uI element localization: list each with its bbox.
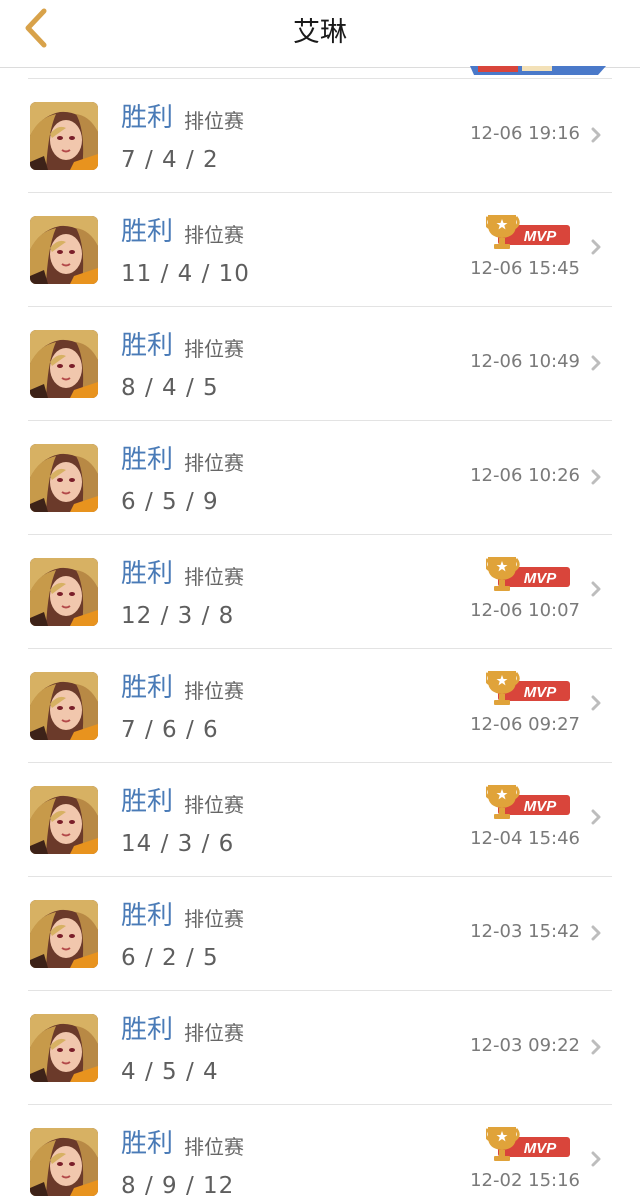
- hero-avatar: [30, 900, 98, 968]
- hero-avatar: [30, 672, 98, 740]
- partial-mvp-banner: [470, 66, 606, 75]
- kda-text: 14 / 3 / 6: [121, 831, 235, 857]
- match-list: 胜利 排位赛 7 / 4 / 2 12-06 19:16 胜利 排位赛 11 /…: [0, 79, 640, 1196]
- result-label: 胜利: [121, 559, 174, 589]
- mode-label: 排位赛: [184, 451, 244, 475]
- match-row[interactable]: 胜利 排位赛 6 / 5 / 9 12-06 10:26: [28, 421, 612, 535]
- partial-previous-row: [0, 66, 640, 79]
- chevron-right-icon: [591, 355, 601, 371]
- hero-avatar: [30, 216, 98, 284]
- result-label: 胜利: [121, 217, 174, 247]
- kda-text: 4 / 5 / 4: [121, 1059, 219, 1085]
- chevron-right-icon: [591, 1151, 601, 1167]
- result-label: 胜利: [121, 445, 174, 475]
- match-row[interactable]: 胜利 排位赛 12 / 3 / 8 12-06 10:07 MVP: [28, 535, 612, 649]
- chevron-right-icon: [591, 695, 601, 711]
- match-time: 12-03 09:22: [470, 1035, 580, 1056]
- match-time: 12-06 10:49: [470, 351, 580, 372]
- kda-text: 6 / 5 / 9: [121, 489, 219, 515]
- match-row[interactable]: 胜利 排位赛 6 / 2 / 5 12-03 15:42: [28, 877, 612, 991]
- match-row[interactable]: 胜利 排位赛 7 / 6 / 6 12-06 09:27 MVP: [28, 649, 612, 763]
- kda-text: 11 / 4 / 10: [121, 261, 250, 287]
- mode-label: 排位赛: [184, 565, 244, 589]
- mvp-trophy-icon: MVP: [486, 1127, 570, 1161]
- match-time: 12-06 19:16: [470, 123, 580, 144]
- mvp-label: MVP: [524, 684, 558, 701]
- mode-label: 排位赛: [184, 1135, 244, 1159]
- result-label: 胜利: [121, 787, 174, 817]
- mode-label: 排位赛: [184, 793, 244, 817]
- hero-avatar: [30, 558, 98, 626]
- match-row[interactable]: 胜利 排位赛 7 / 4 / 2 12-06 19:16: [28, 79, 612, 193]
- match-row[interactable]: 胜利 排位赛 11 / 4 / 10 12-06 15:45 MVP: [28, 193, 612, 307]
- match-time: 12-04 15:46: [470, 828, 580, 849]
- mvp-trophy-icon: MVP: [486, 671, 570, 705]
- mvp-trophy-icon: MVP: [486, 215, 570, 249]
- chevron-right-icon: [591, 925, 601, 941]
- mode-label: 排位赛: [184, 337, 244, 361]
- hero-avatar: [30, 102, 98, 170]
- hero-avatar: [30, 444, 98, 512]
- result-label: 胜利: [121, 901, 174, 931]
- page-title: 艾琳: [293, 17, 347, 48]
- mode-label: 排位赛: [184, 679, 244, 703]
- kda-text: 6 / 2 / 5: [121, 945, 219, 971]
- hero-avatar: [30, 330, 98, 398]
- kda-text: 12 / 3 / 8: [121, 603, 235, 629]
- chevron-right-icon: [591, 127, 601, 143]
- mvp-trophy-icon: MVP: [486, 557, 570, 591]
- chevron-right-icon: [591, 581, 601, 597]
- mode-label: 排位赛: [184, 109, 244, 133]
- hero-avatar: [30, 1128, 98, 1196]
- chevron-right-icon: [591, 469, 601, 485]
- match-row[interactable]: 胜利 排位赛 14 / 3 / 6 12-04 15:46 MVP: [28, 763, 612, 877]
- mode-label: 排位赛: [184, 907, 244, 931]
- kda-text: 8 / 4 / 5: [121, 375, 219, 401]
- chevron-right-icon: [591, 239, 601, 255]
- match-time: 12-03 15:42: [470, 921, 580, 942]
- match-time: 12-06 09:27: [470, 714, 580, 735]
- mvp-label: MVP: [524, 570, 558, 587]
- mode-label: 排位赛: [184, 1021, 244, 1045]
- hero-avatar: [30, 1014, 98, 1082]
- result-label: 胜利: [121, 673, 174, 703]
- mode-label: 排位赛: [184, 223, 244, 247]
- hero-avatar: [30, 786, 98, 854]
- match-time: 12-02 15:16: [470, 1170, 580, 1191]
- mvp-label: MVP: [524, 798, 558, 815]
- mvp-label: MVP: [524, 228, 558, 245]
- match-time: 12-06 10:07: [470, 600, 580, 621]
- result-label: 胜利: [121, 1129, 174, 1159]
- match-row[interactable]: 胜利 排位赛 4 / 5 / 4 12-03 09:22: [28, 991, 612, 1105]
- chevron-right-icon: [591, 1039, 601, 1055]
- kda-text: 7 / 4 / 2: [121, 147, 219, 173]
- mvp-trophy-icon: MVP: [486, 785, 570, 819]
- result-label: 胜利: [121, 1015, 174, 1045]
- match-time: 12-06 10:26: [470, 465, 580, 486]
- mvp-label: MVP: [524, 1140, 558, 1157]
- result-label: 胜利: [121, 331, 174, 361]
- chevron-right-icon: [591, 809, 601, 825]
- nav-header: 艾琳: [0, 0, 640, 68]
- kda-text: 8 / 9 / 12: [121, 1173, 235, 1196]
- match-time: 12-06 15:45: [470, 258, 580, 279]
- match-row[interactable]: 胜利 排位赛 8 / 9 / 12 12-02 15:16 MVP: [28, 1105, 612, 1196]
- kda-text: 7 / 6 / 6: [121, 717, 219, 743]
- result-label: 胜利: [121, 103, 174, 133]
- match-row[interactable]: 胜利 排位赛 8 / 4 / 5 12-06 10:49: [28, 307, 612, 421]
